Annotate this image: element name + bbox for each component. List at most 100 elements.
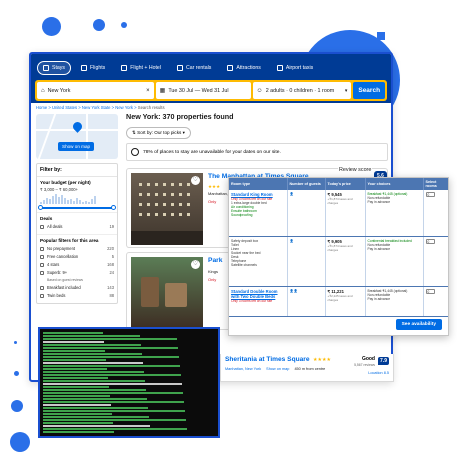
- filter-option[interactable]: Free cancellation 5: [40, 253, 114, 261]
- filter-option[interactable]: No prepayment 220: [40, 245, 114, 253]
- select-cell: 0: [423, 236, 448, 287]
- map-preview[interactable]: Show on map: [36, 114, 118, 159]
- terminal-line: [43, 407, 148, 409]
- terminal-line: [43, 353, 142, 355]
- col-price: Today's price: [325, 178, 366, 190]
- breadcrumb-item[interactable]: Home: [36, 105, 47, 110]
- select-cell: 0: [423, 286, 448, 317]
- tab-flight-hotel[interactable]: Flight + Hotel: [115, 61, 167, 75]
- tab-airport-taxis[interactable]: Airport taxis: [271, 61, 319, 75]
- filter-sub: Based on guest reviews: [40, 277, 114, 284]
- terminal-line: [43, 416, 149, 418]
- show-on-map-button[interactable]: Show on map: [58, 142, 95, 151]
- terminal-line: [43, 389, 146, 391]
- checkbox[interactable]: [40, 285, 44, 290]
- hotel-stars: ★★★: [208, 184, 221, 189]
- hotel-location[interactable]: Manhattan, New York: [225, 367, 261, 371]
- breadcrumb-item[interactable]: New York: [115, 105, 133, 110]
- review-word: Good: [361, 356, 375, 362]
- review-score-badge: 7.9: [378, 357, 389, 365]
- room-select[interactable]: 0: [425, 288, 435, 294]
- room-select[interactable]: 0: [425, 192, 435, 197]
- checkbox[interactable]: [40, 246, 44, 251]
- car-icon: [176, 65, 183, 71]
- terminal-line: [43, 338, 177, 340]
- tab-flights[interactable]: Flights: [75, 61, 111, 75]
- decor-dot-bl1: [11, 400, 23, 412]
- map-road: [37, 114, 57, 159]
- tab-stays[interactable]: Stays: [37, 61, 71, 75]
- terminal-line: [43, 401, 184, 403]
- tab-attractions[interactable]: Attractions: [221, 61, 267, 75]
- review-count: 5,567 reviews: [354, 363, 375, 367]
- checkbox[interactable]: [40, 270, 44, 275]
- decor-dot-bl4: [14, 371, 19, 376]
- deals-filter: Deals All deals 19: [37, 213, 117, 235]
- slider-handle-max[interactable]: [111, 205, 116, 210]
- attractions-icon: [227, 65, 234, 71]
- show-on-map-link[interactable]: Show on map: [266, 367, 289, 371]
- filter-option[interactable]: Twin beds 88: [40, 292, 114, 300]
- checkbox[interactable]: [40, 254, 44, 259]
- search-button[interactable]: Search: [353, 82, 386, 99]
- decor-dot-bl2: [10, 432, 30, 452]
- guests-value: 2 adults · 0 children · 1 room: [265, 87, 335, 94]
- header: Stays Flights Flight + Hotel Car rentals…: [31, 54, 391, 103]
- terminal-line: [43, 395, 110, 397]
- rooms-left: Only: [208, 277, 217, 282]
- hotel-distance: 450 m from centre: [294, 367, 326, 371]
- tab-car-rentals[interactable]: Car rentals: [171, 61, 217, 75]
- filter-heading: Filter by:: [37, 164, 117, 177]
- date-field[interactable]: ▦ Tue 30 Jul — Wed 31 Jul: [155, 82, 251, 99]
- guests-field[interactable]: ☺ 2 adults · 0 children · 1 room ▾: [252, 82, 352, 99]
- checkbox[interactable]: [40, 262, 44, 267]
- calendar-icon: ▦: [159, 88, 166, 94]
- heart-icon[interactable]: ♡: [191, 176, 200, 185]
- filter-option[interactable]: All deals 19: [40, 223, 114, 231]
- tab-label: Flight + Hotel: [130, 65, 161, 71]
- info-icon: [131, 148, 139, 156]
- hotel-photo: ♡: [131, 173, 203, 245]
- checkbox[interactable]: [40, 224, 44, 229]
- terminal-line: [43, 335, 140, 337]
- breadcrumb-item[interactable]: New York State: [82, 105, 111, 110]
- hotel-card-bottom[interactable]: Sheritania at Times Square ★★★★ Manhatta…: [220, 354, 394, 382]
- terminal-line: [43, 392, 183, 394]
- filter-label: Free cancellation: [47, 254, 79, 259]
- filter-option[interactable]: 4 stars 168: [40, 261, 114, 269]
- filter-panel: Filter by: Your budget (per night) ₹ 3,0…: [36, 163, 118, 304]
- popular-title: Popular filters for this area: [40, 237, 99, 243]
- hotel-name[interactable]: Park: [208, 257, 223, 264]
- clear-icon[interactable]: ×: [146, 88, 150, 94]
- room-name[interactable]: Standard Double Room with Two Double Bed…: [231, 289, 285, 299]
- deals-title: Deals: [40, 215, 53, 221]
- dates-value: Tue 30 Jul — Wed 31 Jul: [168, 87, 229, 94]
- feature: Soundproofing: [231, 213, 253, 217]
- terminal-line: [43, 431, 114, 433]
- filter-option[interactable]: Breakfast included 143: [40, 284, 114, 292]
- sort-dropdown[interactable]: ⇅ Sort by: Our top picks ▾: [126, 127, 191, 139]
- heart-icon[interactable]: ♡: [191, 260, 200, 269]
- hotel-location[interactable]: Kings: [208, 269, 218, 274]
- destination-field[interactable]: ⌂ New York ×: [37, 82, 154, 99]
- room-cell: Standard Double Room with Two Double Bed…: [229, 286, 288, 317]
- person-icon: 👤: [289, 238, 294, 243]
- availability-notice: 78% of places to stay are unavailable fo…: [126, 143, 388, 161]
- terminal-line: [43, 383, 182, 385]
- hotel-name[interactable]: Sheritania at Times Square: [225, 356, 310, 363]
- checkbox[interactable]: [40, 293, 44, 298]
- room-select[interactable]: 0: [425, 238, 435, 244]
- guests-cell: 👤: [287, 236, 326, 287]
- filter-option[interactable]: Superb: 9+ 24: [40, 269, 114, 277]
- budget-histogram: [40, 194, 114, 204]
- filter-label: No prepayment: [47, 246, 75, 251]
- search-bar: ⌂ New York × ▦ Tue 30 Jul — Wed 31 Jul ☺…: [35, 80, 387, 101]
- slider-handle-min[interactable]: [38, 205, 43, 210]
- price-cell: ₹ 11,221 +₹2,225 taxes and charges: [325, 286, 366, 317]
- budget-slider[interactable]: [38, 205, 116, 210]
- bed-icon: ⌂: [41, 87, 45, 94]
- filter-count: 5: [111, 254, 114, 259]
- breadcrumb-item[interactable]: United States: [52, 105, 77, 110]
- see-availability-button[interactable]: See availability: [395, 319, 442, 330]
- filter-label: All deals: [47, 224, 63, 229]
